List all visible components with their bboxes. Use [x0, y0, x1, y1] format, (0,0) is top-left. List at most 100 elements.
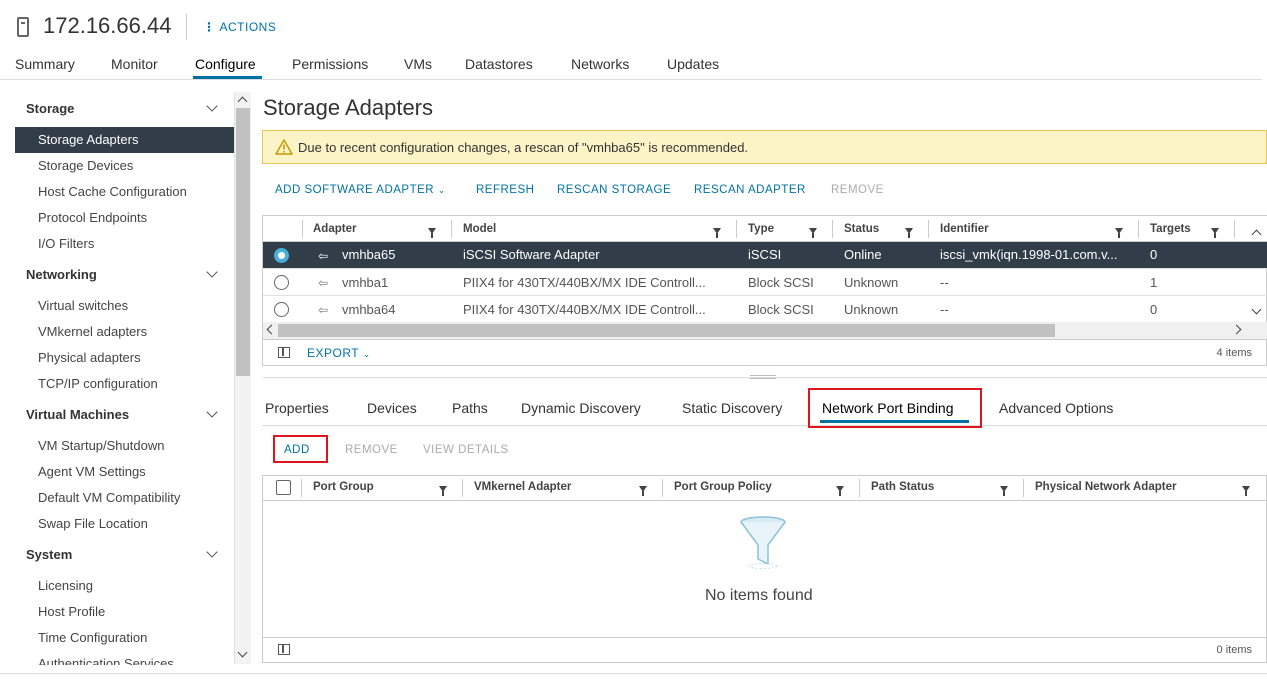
filter-icon[interactable] [1000, 486, 1008, 496]
column-header-physical-network-adapter[interactable]: Physical Network Adapter [1035, 481, 1176, 493]
sidebar-item-time-configuration[interactable]: Time Configuration [38, 630, 147, 645]
row-radio-selected[interactable] [274, 248, 289, 263]
column-header-vmkernel-adapter[interactable]: VMkernel Adapter [474, 481, 571, 493]
add-software-adapter-button[interactable]: ADD SOFTWARE ADAPTER ⌄ [275, 184, 446, 196]
remove-adapter-button[interactable]: REMOVE [831, 184, 884, 196]
sidebar-item-vm-startup[interactable]: VM Startup/Shutdown [38, 438, 164, 453]
filter-icon[interactable] [439, 486, 447, 496]
tab-summary[interactable]: Summary [15, 56, 75, 72]
sidebar-item-virtual-switches[interactable]: Virtual switches [38, 298, 128, 313]
filter-icon[interactable] [1211, 228, 1219, 238]
table-row[interactable]: ⇦ vmhba1 PIIX4 for 430TX/440BX/MX IDE Co… [263, 269, 1267, 296]
export-button[interactable]: EXPORT ⌄ [307, 346, 371, 360]
column-header-port-group-policy[interactable]: Port Group Policy [674, 481, 772, 493]
sidebar-item-storage-devices[interactable]: Storage Devices [38, 158, 133, 173]
tabs-divider [0, 79, 1262, 80]
column-header-status[interactable]: Status [844, 223, 879, 235]
refresh-button[interactable]: REFRESH [476, 184, 534, 196]
tab-monitor[interactable]: Monitor [111, 56, 158, 72]
filter-icon[interactable] [836, 486, 844, 496]
tab-permissions[interactable]: Permissions [292, 56, 368, 72]
filter-icon[interactable] [905, 228, 913, 238]
sidebar-item-vmkernel-adapters[interactable]: VMkernel adapters [38, 324, 147, 339]
adapter-icon: ⇦ [318, 276, 329, 290]
detail-tabs-divider [262, 425, 1267, 426]
tab-dynamic-discovery[interactable]: Dynamic Discovery [521, 400, 641, 416]
sidebar-item-licensing[interactable]: Licensing [38, 578, 93, 593]
adapter-icon: ⇦ [318, 303, 329, 317]
sidebar-item-authentication-services[interactable]: Authentication Services [38, 656, 174, 665]
filter-icon[interactable] [713, 228, 721, 238]
column-header-port-group[interactable]: Port Group [313, 481, 374, 493]
column-header-path-status[interactable]: Path Status [871, 481, 934, 493]
sidebar-item-physical-adapters[interactable]: Physical adapters [38, 350, 141, 365]
tab-datastores[interactable]: Datastores [465, 56, 533, 72]
sidebar-item-host-cache[interactable]: Host Cache Configuration [38, 184, 187, 199]
sidebar-item-swap-file-location[interactable]: Swap File Location [38, 516, 148, 531]
table-row[interactable]: ⇦ vmhba65 iSCSI Software Adapter iSCSI O… [263, 242, 1267, 269]
filter-icon[interactable] [1115, 228, 1123, 238]
tab-advanced-options[interactable]: Advanced Options [999, 400, 1113, 416]
chevron-down-icon: ⌄ [437, 185, 446, 195]
column-header-type[interactable]: Type [748, 223, 774, 235]
splitter-handle-icon[interactable] [750, 375, 776, 379]
rescan-storage-button[interactable]: RESCAN STORAGE [557, 184, 671, 196]
sidebar-item-io-filters[interactable]: I/O Filters [38, 236, 94, 251]
warning-icon [275, 139, 293, 155]
cell-type: iSCSI [748, 247, 782, 262]
column-divider [928, 220, 929, 238]
tab-properties[interactable]: Properties [265, 400, 329, 416]
column-divider [859, 479, 860, 497]
filter-icon[interactable] [809, 228, 817, 238]
sidebar-section-system[interactable]: System [26, 547, 72, 562]
tab-vms[interactable]: VMs [404, 56, 432, 72]
sidebar-item-protocol-endpoints[interactable]: Protocol Endpoints [38, 210, 147, 225]
actions-menu-button[interactable]: ⋮ ACTIONS [203, 20, 276, 34]
sidebar-scrollbar-thumb[interactable] [236, 108, 250, 376]
row-radio[interactable] [274, 302, 289, 317]
remove-binding-button[interactable]: REMOVE [345, 444, 398, 456]
page-bottom-border [0, 673, 1267, 674]
tab-devices[interactable]: Devices [367, 400, 417, 416]
filter-icon[interactable] [1242, 486, 1250, 496]
sidebar-item-host-profile[interactable]: Host Profile [38, 604, 105, 619]
rescan-adapter-button[interactable]: RESCAN ADAPTER [694, 184, 806, 196]
row-radio[interactable] [274, 275, 289, 290]
sidebar-section-networking[interactable]: Networking [26, 267, 97, 282]
empty-filter-icon [740, 516, 786, 569]
select-all-checkbox[interactable] [276, 480, 291, 495]
column-header-model[interactable]: Model [463, 223, 496, 235]
column-header-targets[interactable]: Targets [1150, 223, 1191, 235]
sidebar-item-default-vm-compatibility[interactable]: Default VM Compatibility [38, 490, 180, 505]
column-toggle-icon[interactable] [278, 347, 290, 358]
sidebar-item-tcpip-configuration[interactable]: TCP/IP configuration [38, 376, 158, 391]
chevron-down-icon[interactable] [206, 100, 218, 112]
add-software-adapter-label: ADD SOFTWARE ADAPTER [275, 184, 435, 196]
filter-icon[interactable] [428, 228, 436, 238]
table-row[interactable]: ⇦ vmhba64 PIIX4 for 430TX/440BX/MX IDE C… [263, 296, 1267, 323]
sidebar-section-storage[interactable]: Storage [26, 101, 74, 116]
column-header-adapter[interactable]: Adapter [313, 223, 356, 235]
filter-icon[interactable] [639, 486, 647, 496]
horizontal-scrollbar-thumb[interactable] [278, 324, 1055, 337]
chevron-down-icon[interactable] [206, 546, 218, 558]
column-header-identifier[interactable]: Identifier [940, 223, 989, 235]
tab-static-discovery[interactable]: Static Discovery [682, 400, 782, 416]
cell-status: Online [844, 247, 882, 262]
chevron-down-icon[interactable] [206, 406, 218, 418]
chevron-down-icon[interactable] [206, 266, 218, 278]
column-toggle-icon[interactable] [278, 644, 290, 655]
tab-networks[interactable]: Networks [571, 56, 629, 72]
cell-model: PIIX4 for 430TX/440BX/MX IDE Controll... [463, 302, 706, 317]
tab-paths[interactable]: Paths [452, 400, 488, 416]
cell-adapter: vmhba1 [342, 275, 389, 290]
sidebar-item-agent-vm-settings[interactable]: Agent VM Settings [38, 464, 146, 479]
sidebar-item-storage-adapters[interactable]: Storage Adapters [38, 132, 138, 147]
port-binding-table-footer [263, 637, 1267, 663]
cell-model: iSCSI Software Adapter [463, 247, 600, 262]
export-label: EXPORT [307, 346, 359, 360]
tab-updates[interactable]: Updates [667, 56, 719, 72]
view-details-button[interactable]: VIEW DETAILS [423, 444, 509, 456]
sidebar-section-virtual-machines[interactable]: Virtual Machines [26, 407, 129, 422]
tab-configure[interactable]: Configure [195, 56, 256, 72]
